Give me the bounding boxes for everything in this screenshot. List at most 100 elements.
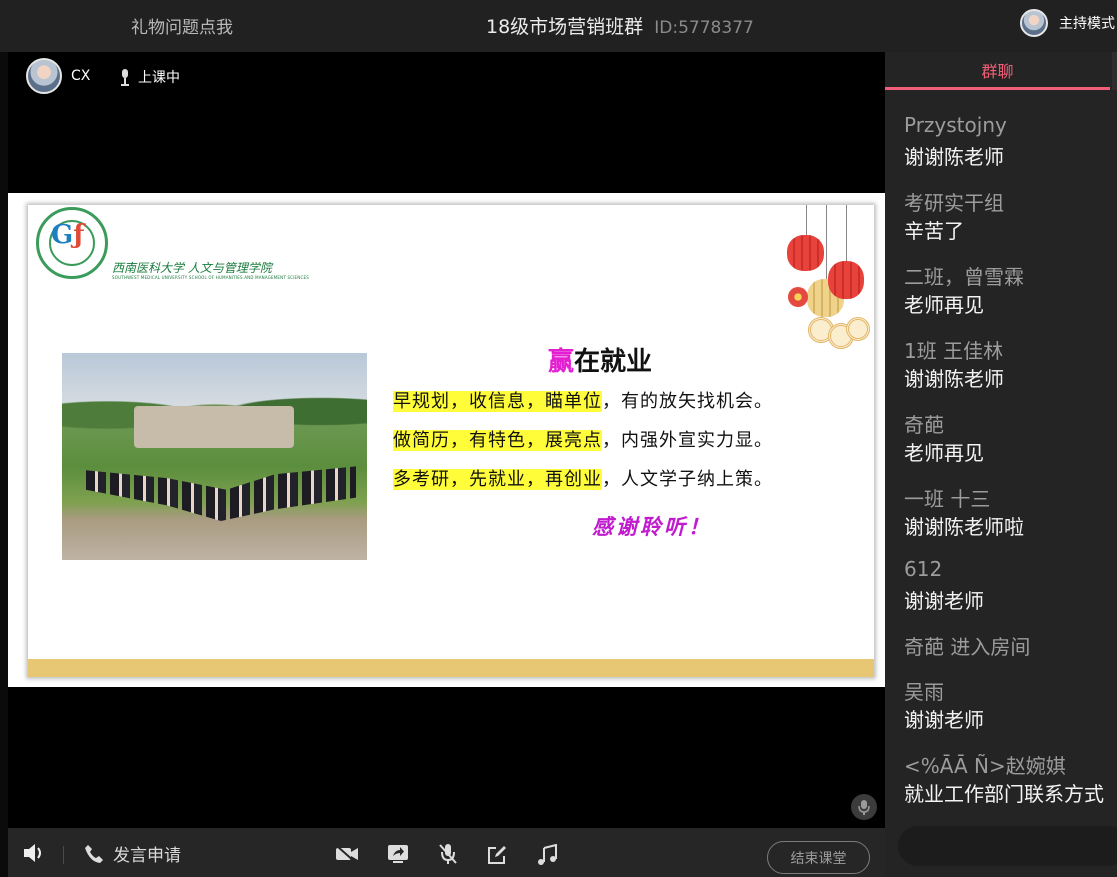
chat-text: 谢谢陈老师 [904, 367, 1004, 391]
red-lantern-icon [787, 235, 824, 271]
teacher-info: CX [26, 58, 90, 94]
chat-message: 1班 王佳林 谢谢陈老师 [904, 335, 1117, 409]
host-mode-toggle[interactable]: 主持模式 [1020, 9, 1115, 37]
tab-side-strip [1112, 52, 1117, 90]
slide-title-win: 赢 [548, 347, 575, 377]
control-bar: 发言申请 结束课堂 [8, 828, 885, 877]
flower-icon [788, 287, 808, 307]
photo-stone-sign [134, 406, 294, 448]
video-stage: CX 上课中 Gƒ 西南医科大学 人文与管理学院 SOUTHWEST MEDIC… [8, 52, 885, 828]
slide-line-rest: ，有的放矢找机会。 [602, 391, 773, 412]
phone-icon [85, 844, 103, 863]
host-mode-label: 主持模式 [1059, 16, 1115, 32]
chat-username: 1班 王佳林 [904, 339, 1004, 363]
chat-text: 老师再见 [904, 441, 984, 465]
thanks-text: 感谢聆听！ [592, 514, 712, 539]
lantern-string [846, 205, 847, 261]
chat-message: 考研实干组 辛苦了 [904, 187, 1117, 261]
host-avatar [1020, 9, 1048, 37]
mute-button[interactable] [439, 843, 457, 865]
lantern-string [826, 205, 827, 281]
red-lantern-icon [828, 261, 864, 299]
slide-line-rest: ，内强外宣实力显。 [602, 430, 773, 451]
university-english-name: SOUTHWEST MEDICAL UNIVERSITY SCHOOL OF H… [112, 275, 309, 280]
tab-group-chat[interactable]: 群聊 [885, 52, 1110, 90]
university-logo: Gƒ [36, 207, 108, 279]
speaker-button[interactable] [23, 843, 47, 863]
slide-title-rest: 在就业 [574, 347, 653, 377]
class-title-group: 18级市场营销班群 ID:5778377 [486, 12, 754, 39]
chat-username: 612 [904, 557, 943, 581]
chat-text: 谢谢陈老师 [904, 145, 1004, 169]
presentation-slide: Gƒ 西南医科大学 人文与管理学院 SOUTHWEST MEDICAL UNIV… [8, 193, 885, 687]
whiteboard-button[interactable] [487, 845, 507, 865]
room-id: ID:5778377 [654, 18, 754, 38]
gift-help-link[interactable]: 礼物问题点我 [131, 13, 233, 38]
slide-bullets: 早规划，收信息，瞄单位，有的放矢找机会。 做简历，有特色，展亮点，内强外宣实力显… [393, 387, 773, 504]
chat-message: 吴雨 谢谢老师 [904, 676, 1117, 750]
chat-username: 二班，曾雪霖 [904, 265, 1024, 289]
class-title: 18级市场营销班群 [486, 16, 644, 38]
camera-off-icon [336, 845, 358, 863]
edit-icon [488, 846, 506, 864]
chat-message: 奇葩 老师再见 [904, 409, 1117, 483]
camera-button[interactable] [335, 845, 359, 863]
slide-line: 早规划，收信息，瞄单位，有的放矢找机会。 [393, 387, 773, 426]
slide-page: Gƒ 西南医科大学 人文与管理学院 SOUTHWEST MEDICAL UNIV… [28, 205, 874, 677]
screen-share-button[interactable] [387, 844, 409, 864]
chat-username: Przystojny [904, 113, 1007, 137]
chat-panel: 群聊 Przystojny 谢谢陈老师 考研实干组 辛苦了 二班，曾雪霖 老师再… [885, 52, 1117, 877]
music-icon [538, 844, 557, 865]
mic-status-badge[interactable] [851, 794, 877, 820]
speak-request-label: 发言申请 [113, 846, 181, 866]
chat-username: 考研实干组 [904, 191, 1004, 215]
chat-username: <%ĀĀ Ñ>赵婉娸 [904, 754, 1066, 778]
chat-system-notice: 奇葩 进入房间 [904, 631, 1117, 676]
microphone-icon [858, 799, 870, 815]
chat-message-list: Przystojny 谢谢陈老师 考研实干组 辛苦了 二班，曾雪霖 老师再见 1… [904, 113, 1117, 824]
speaker-icon [24, 844, 41, 862]
chat-text: 辛苦了 [904, 219, 964, 243]
chat-username: 奇葩 [904, 413, 944, 437]
divider [63, 846, 64, 864]
chat-message: <%ĀĀ Ñ>赵婉娸 就业工作部门联系方式 [904, 750, 1117, 824]
chat-text: 就业工作部门联系方式 [904, 782, 1104, 806]
teacher-name: CX [71, 68, 91, 84]
chat-username: 吴雨 [904, 680, 944, 704]
chat-text: 老师再见 [904, 293, 984, 317]
chat-message: 612 谢谢老师 [904, 557, 1117, 631]
chat-text: 谢谢老师 [904, 708, 984, 732]
cloud-coil-icon [846, 317, 870, 341]
lantern-string [806, 205, 807, 239]
system-notice-text: 奇葩 进入房间 [904, 635, 1031, 659]
slide-line: 做简历，有特色，展亮点，内强外宣实力显。 [393, 426, 773, 465]
slide-footer-band [28, 659, 874, 677]
top-bar: 礼物问题点我 18级市场营销班群 ID:5778377 主持模式 [0, 0, 1117, 52]
chat-input[interactable] [898, 826, 1117, 866]
university-name: 西南医科大学 人文与管理学院 [112, 261, 272, 275]
screen-share-icon [388, 845, 408, 863]
class-status-label: 上课中 [138, 70, 180, 86]
chat-username: 一班 十三 [904, 487, 991, 511]
chat-message: 二班，曾雪霖 老师再见 [904, 261, 1117, 335]
photo-graduates [86, 466, 356, 521]
end-class-button[interactable]: 结束课堂 [767, 841, 870, 874]
chat-text: 谢谢陈老师啦 [904, 515, 1024, 539]
chat-message: Przystojny 谢谢陈老师 [904, 113, 1117, 187]
microphone-icon [121, 68, 129, 86]
slide-line-highlight: 早规划，收信息，瞄单位 [393, 391, 602, 412]
slide-title: 赢在就业 [548, 341, 652, 378]
music-button[interactable] [537, 844, 557, 866]
slide-line: 多考研，先就业，再创业，人文学子纳上策。 [393, 465, 773, 504]
chat-text: 谢谢老师 [904, 589, 984, 613]
graduation-photo [62, 353, 367, 560]
slide-line-highlight: 多考研，先就业，再创业 [393, 469, 602, 490]
class-status: 上课中 [120, 67, 180, 87]
logo-mark: Gƒ [51, 220, 85, 250]
slide-line-highlight: 做简历，有特色，展亮点 [393, 430, 602, 451]
chat-message: 一班 十三 谢谢陈老师啦 [904, 483, 1117, 557]
teacher-avatar [26, 58, 62, 94]
mic-off-icon [439, 844, 457, 864]
speak-request-button[interactable]: 发言申请 [84, 841, 181, 866]
slide-line-rest: ，人文学子纳上策。 [602, 469, 773, 490]
